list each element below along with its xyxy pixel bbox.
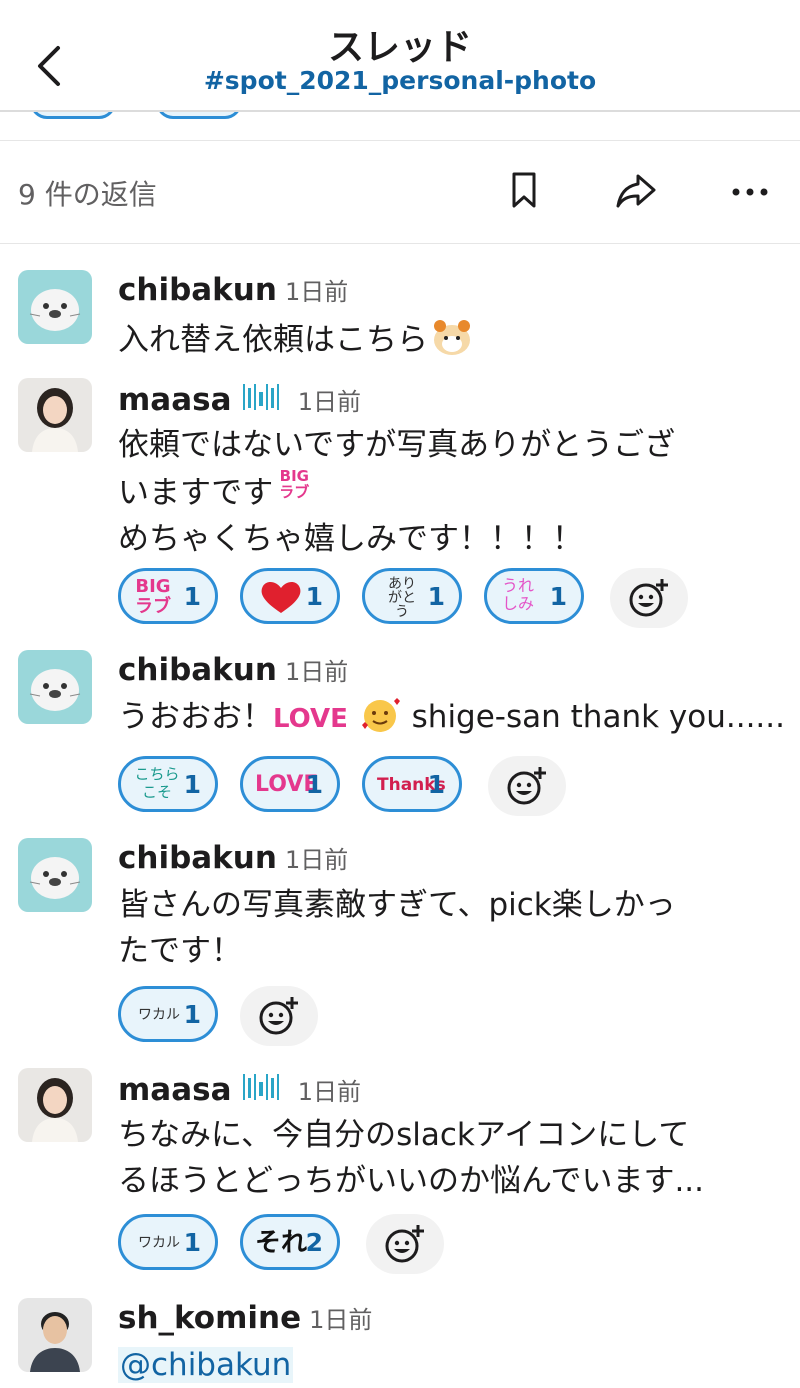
add-reaction-icon: [259, 997, 298, 1035]
seal-avatar-image: [18, 838, 92, 912]
timestamp: 1日前: [297, 1078, 361, 1106]
reaction-emoji: ワカル: [138, 1007, 180, 1023]
barcode-status-icon: [242, 384, 279, 410]
avatar[interactable]: [18, 1298, 92, 1372]
share-button[interactable]: [614, 168, 658, 212]
seal-avatar-image: [18, 270, 92, 344]
bookmark-button[interactable]: [502, 168, 546, 212]
message-meta: maasa 1日前: [118, 380, 361, 418]
share-icon: [616, 174, 656, 208]
reaction-count: 1: [183, 1000, 201, 1029]
timestamp: 1日前: [309, 1306, 373, 1334]
reaction-pill[interactable]: BIGラブ 1: [118, 568, 218, 624]
thread-header: スレッド #spot_2021_personal-photo: [0, 0, 800, 112]
user-name[interactable]: chibakun: [118, 272, 277, 308]
hamster-emoji-icon: [434, 320, 470, 355]
reply-count: 9 件の返信: [18, 178, 157, 211]
timestamp: 1日前: [284, 658, 349, 686]
person-avatar-image: [18, 378, 92, 452]
avatar[interactable]: [18, 270, 92, 344]
reaction-count: 1: [183, 770, 201, 799]
big-love-emoji: BIGラブ: [279, 467, 310, 501]
user-name[interactable]: maasa: [118, 382, 232, 418]
more-button[interactable]: [728, 168, 772, 212]
avatar[interactable]: [18, 378, 92, 452]
reaction-pill[interactable]: ワカル 1: [118, 1214, 218, 1270]
add-reaction-button[interactable]: [610, 568, 688, 628]
reaction-count: 1: [183, 1228, 201, 1257]
user-name[interactable]: maasa: [118, 1072, 232, 1108]
avatar[interactable]: [18, 838, 92, 912]
reaction-pill[interactable]: LOVE 1: [240, 756, 340, 812]
message-text: 皆さんの写真素敵すぎて、pick楽しかっ たです！: [118, 887, 676, 969]
reaction-emoji: それ: [255, 1228, 308, 1258]
add-reaction-button[interactable]: [240, 986, 318, 1046]
message-meta: chibakun 1日前: [118, 652, 348, 688]
heart-icon: [261, 582, 301, 613]
reaction-count: 1: [183, 582, 201, 611]
reaction-emoji: BIGラブ: [135, 576, 171, 617]
reaction-emoji: うれしみ: [501, 576, 534, 613]
add-reaction-icon: [507, 767, 546, 805]
message-text: 入れ替え依頼はこちら: [118, 314, 788, 363]
barcode-status-icon: [242, 1074, 279, 1100]
reaction-pill[interactable]: ありがとう 1: [362, 568, 462, 624]
user-name[interactable]: chibakun: [118, 840, 277, 876]
message-text: @chibakun: [118, 1342, 788, 1388]
message-meta: maasa 1日前: [118, 1070, 361, 1108]
reaction-pill[interactable]: Thanks 1: [362, 756, 462, 812]
reaction-pill[interactable]: うれしみ 1: [484, 568, 584, 624]
smiling-hearts-emoji-icon: [361, 698, 400, 732]
reaction-pill[interactable]: それ 2: [240, 1214, 340, 1270]
reaction-count: 1: [427, 582, 445, 611]
avatar[interactable]: [18, 1068, 92, 1142]
timestamp: 1日前: [284, 846, 349, 874]
person-avatar-image: [18, 1068, 92, 1142]
reaction-emoji: ワカル: [138, 1235, 180, 1251]
reaction-count: 1: [549, 582, 567, 611]
love-emoji: LOVE: [273, 704, 348, 734]
reaction-count: 2: [305, 1228, 323, 1257]
divider: [0, 140, 800, 141]
reaction-count: 1: [427, 770, 445, 799]
add-reaction-button[interactable]: [366, 1214, 444, 1274]
avatar[interactable]: [18, 650, 92, 724]
message-meta: sh_komine 1日前: [118, 1300, 372, 1336]
add-reaction-button[interactable]: [488, 756, 566, 816]
message-meta: chibakun 1日前: [118, 272, 348, 308]
user-name[interactable]: sh_komine: [118, 1300, 301, 1336]
message-text: ちなみに、今自分のslackアイコンにして るほうとどっちがいいのか悩んでいます…: [118, 1117, 705, 1199]
reaction-emoji: ありがとう: [388, 576, 416, 620]
timestamp: 1日前: [284, 278, 349, 306]
person-avatar-image: [18, 1298, 92, 1372]
user-name[interactable]: chibakun: [118, 652, 277, 688]
reaction-emoji: Thanks: [377, 775, 446, 795]
reaction-count: 1: [305, 582, 323, 611]
user-mention[interactable]: @chibakun: [118, 1347, 294, 1383]
channel-link[interactable]: #spot_2021_personal-photo: [0, 66, 800, 95]
reaction-emoji: こちらこそ: [134, 765, 180, 801]
more-icon: [732, 188, 768, 196]
reaction-pill[interactable]: ワカル 1: [118, 986, 218, 1042]
reaction-pill[interactable]: 1: [240, 568, 340, 624]
message-meta: chibakun 1日前: [118, 840, 348, 876]
reaction-pill[interactable]: こちらこそ 1: [118, 756, 218, 812]
seal-avatar-image: [18, 650, 92, 724]
reaction-count: 1: [305, 770, 323, 799]
message-text: 依頼ではないですが写真ありがとうござ いますです BIGラブ めちゃくちゃ嬉しみで…: [118, 427, 676, 557]
add-reaction-icon: [629, 579, 668, 617]
add-reaction-icon: [385, 1225, 424, 1263]
page-title: スレッド: [327, 27, 472, 68]
timestamp: 1日前: [297, 388, 361, 416]
divider: [0, 243, 800, 244]
bookmark-icon: [512, 172, 536, 208]
message-text: うおおお！LOVE shige-san thank you......: [118, 694, 788, 742]
reaction-emoji: LOVE: [255, 772, 319, 797]
